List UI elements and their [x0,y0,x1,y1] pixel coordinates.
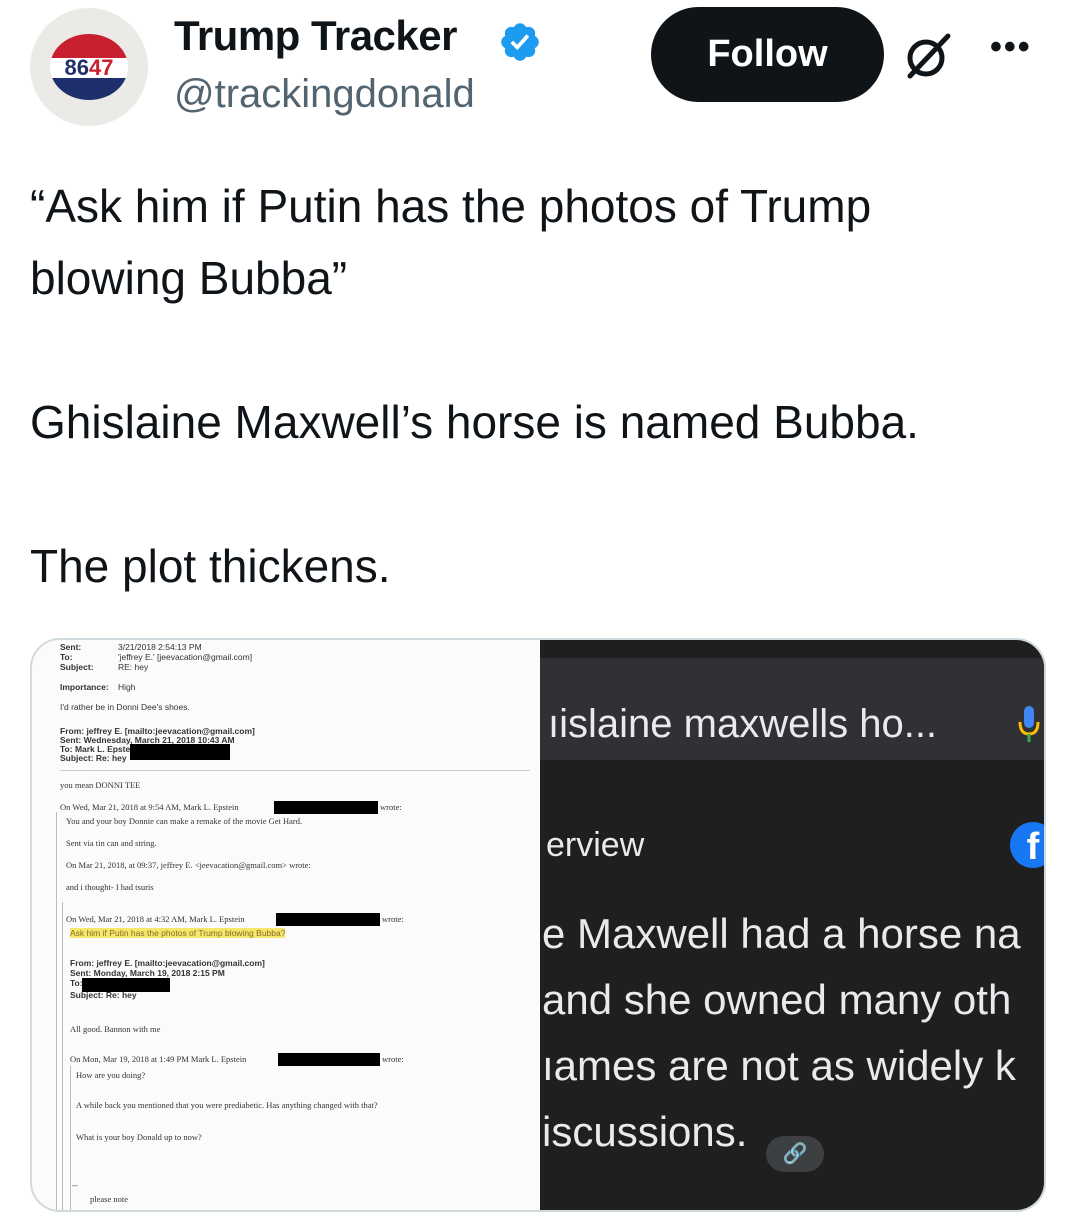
ai-overview-line: ıames are not as widely k [542,1042,1016,1089]
ai-overview-line: and she owned many oth [542,976,1012,1023]
verified-badge-icon [501,23,539,61]
user-handle[interactable]: @trackingdonald [174,72,475,117]
email-to-value: 'jeffrey E.' [jeevacation@gmail.com] [118,652,253,662]
email-line: From: jeffrey E. [mailto:jeevacation@gma… [70,958,265,968]
email-line: I'd rather be in Donni Dee's shoes. [60,702,190,712]
redaction-bar [278,1053,380,1066]
redaction-bar [130,744,230,760]
email-line: Sent: Monday, March 19, 2018 2:15 PM [70,968,225,978]
email-screenshot[interactable]: Sent: 3/21/2018 2:54:13 PM To: 'jeffrey … [32,640,540,1210]
email-line: wrote: [382,914,404,924]
divider [60,770,530,771]
email-line: wrote: [382,1054,404,1064]
tweet-text-line: “Ask him if Putin has the photos of Trum… [30,180,872,232]
tweet-media[interactable]: Sent: 3/21/2018 2:54:13 PM To: 'jeffrey … [30,638,1046,1212]
email-line: What is your boy Donald up to now? [76,1132,202,1142]
quote-rule [70,1066,71,1210]
more-options-icon[interactable]: ••• [990,28,1032,67]
ai-overview-line: iscussions. [542,1108,748,1155]
email-line: To: [70,978,83,988]
email-line: You and your boy Donnie can make a remak… [66,816,303,826]
email-line: All good. Bannon with me [70,1024,161,1034]
email-line: and i thought- I had tsuris [66,882,154,892]
email-line: Subject: Re: hey [70,990,137,1000]
email-line: Sent via tin can and string. [66,838,157,848]
microphone-icon [1018,706,1040,742]
redaction-bar [274,801,378,814]
avatar[interactable]: 8647 [30,8,148,126]
email-line: On Wed, Mar 21, 2018 at 9:54 AM, Mark L.… [60,802,239,812]
email-line: you mean DONNI TEE [60,780,141,790]
email-line: Subject: Re: hey [60,753,127,763]
redaction-bar [276,913,380,926]
quote-rule [56,812,57,1210]
email-line: wrote: [380,802,402,812]
email-subject-label: Subject: [60,662,94,672]
email-sent-label: Sent: [60,642,82,652]
avatar-badge: 8647 [50,34,128,100]
ai-overview-line: e Maxwell had a horse na [542,910,1021,957]
email-line: On Wed, Mar 21, 2018 at 4:32 AM, Mark L.… [66,914,245,924]
tweet-text-line: Ghislaine Maxwell’s horse is named Bubba… [30,396,919,448]
email-line: -- [72,1180,78,1190]
email-line: On Mar 21, 2018, at 09:37, jeffrey E. <j… [66,860,311,870]
email-subject-value: RE: hey [118,662,149,672]
email-importance-value: High [118,682,136,692]
search-bar: ıislaine maxwells ho... [540,658,1044,760]
email-line: please note [90,1194,128,1204]
display-name[interactable]: Trump Tracker [174,12,457,60]
search-query: ıislaine maxwells ho... [548,702,938,746]
email-line: On Mon, Mar 19, 2018 at 1:49 PM Mark L. … [70,1054,247,1064]
quote-rule [62,902,63,1210]
email-highlighted-line: Ask him if Putin has the photos of Trump… [70,928,286,938]
tweet-text-line: The plot thickens. [30,540,391,592]
search-screenshot[interactable]: ıislaine maxwells ho... erview f e Maxwe… [540,640,1044,1210]
email-line: How are you doing? [76,1070,146,1080]
tweet-text-line: blowing Bubba” [30,252,348,304]
email-to-label: To: [60,652,73,662]
link-icon[interactable]: 🔗 [766,1136,824,1172]
email-line: A while back you mentioned that you were… [76,1100,378,1110]
grok-icon[interactable] [902,30,954,82]
follow-button[interactable]: Follow [651,7,884,102]
email-importance-label: Importance: [60,682,109,692]
email-sent-value: 3/21/2018 2:54:13 PM [118,642,202,652]
ai-overview-heading: erview [546,826,645,864]
facebook-icon: f [1010,822,1044,868]
